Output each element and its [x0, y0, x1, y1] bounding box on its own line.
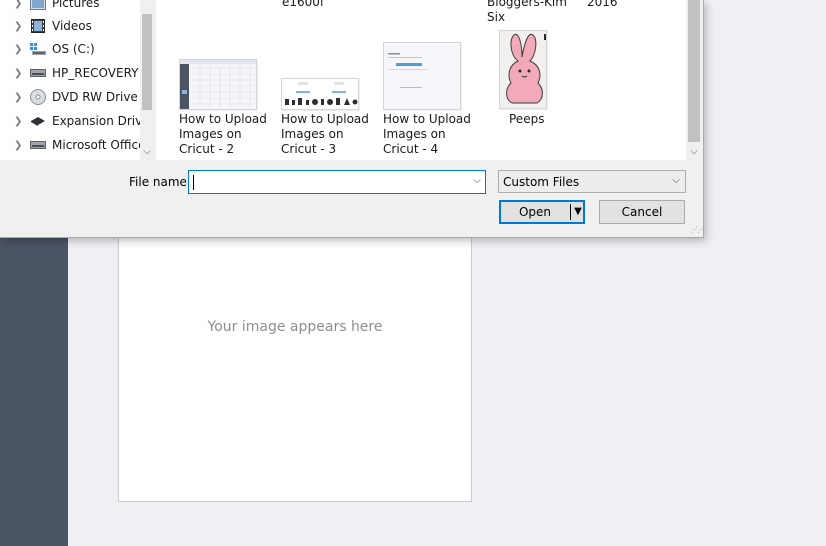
drive-icon [30, 138, 46, 152]
scrollbar-thumb[interactable] [142, 14, 152, 110]
file-item[interactable]: Peeps [485, 30, 581, 160]
file-thumbnail-screenshot-grid [179, 59, 257, 110]
pictures-folder-icon [30, 0, 46, 10]
chevron-right-icon[interactable]: ❯ [14, 92, 22, 103]
file-name-input[interactable] [191, 173, 461, 191]
external-drive-icon [30, 114, 46, 128]
file-name-label: How to Upload Images on Cricut - 3 [281, 112, 369, 156]
nav-item-expansion-drive[interactable]: ❯ Expansion Drive [0, 109, 140, 133]
file-name-partial[interactable]: e1600f [282, 0, 324, 10]
nav-item-label: HP_RECOVERY ( [52, 66, 140, 80]
file-view-scrollbar[interactable]: ⌵ [686, 0, 702, 160]
dvd-drive-icon [30, 89, 46, 105]
chevron-down-icon[interactable]: ⌵ [686, 144, 702, 160]
file-name-partial[interactable]: Six [487, 10, 505, 25]
nav-item-os-c[interactable]: ❯ OS (C:) [0, 37, 140, 61]
nav-item-videos[interactable]: ❯ Videos [0, 14, 140, 38]
open-button-label: Open [518, 205, 552, 219]
file-name-label: How to Upload Images on Cricut - 4 [383, 112, 471, 156]
chevron-right-icon[interactable]: ❯ [14, 44, 22, 55]
file-item[interactable]: How to Upload Images on Cricut - 3 [281, 30, 377, 160]
image-preview-panel[interactable]: Your image appears here [118, 214, 472, 502]
scrollbar-thumb[interactable] [688, 0, 700, 142]
pink-bunny-image [499, 30, 547, 109]
nav-item-label: Microsoft Office [52, 138, 140, 152]
navigation-pane: ❯ Pictures ❯ Videos ❯ OS (C:) ❯ HP_RECOV… [0, 0, 154, 160]
file-name-label: Peeps [509, 112, 545, 126]
open-file-dialog: ❯ Pictures ❯ Videos ❯ OS (C:) ❯ HP_RECOV… [0, 0, 705, 238]
nav-item-label: DVD RW Drive (E [52, 90, 140, 104]
nav-item-label: Pictures [52, 0, 100, 10]
nav-item-label: OS (C:) [52, 42, 95, 56]
caret-down-icon[interactable]: ▼ [572, 201, 584, 223]
windows-drive-icon [30, 42, 46, 56]
chevron-down-icon[interactable]: ⌵ [672, 175, 680, 186]
hard-drive-icon [30, 66, 46, 80]
file-item[interactable]: How to Upload Images on Cricut - 2 [179, 30, 275, 160]
nav-item-pictures[interactable]: ❯ Pictures [0, 0, 140, 15]
nav-item-label: Videos [52, 19, 92, 33]
open-button[interactable]: Open ▼ [499, 200, 585, 224]
file-thumbnail-screenshot-form [383, 42, 461, 110]
file-list-view: e1600f Bloggers-Kim Six 2016 How to Uplo… [156, 0, 686, 160]
file-name-partial[interactable]: Bloggers-Kim [487, 0, 567, 10]
nav-item-microsoft-office[interactable]: ❯ Microsoft Office [0, 133, 140, 157]
text-caret [193, 175, 194, 190]
chevron-right-icon[interactable]: ❯ [14, 0, 22, 9]
file-name-combobox[interactable]: ⌵ [188, 170, 486, 194]
split-separator [570, 204, 571, 220]
file-name-label: How to Upload Images on Cricut - 2 [179, 112, 267, 156]
videos-folder-icon [30, 19, 46, 33]
file-type-value: Custom Files [503, 175, 580, 189]
chevron-down-icon[interactable]: ⌵ [473, 175, 481, 186]
file-type-select[interactable]: Custom Files ⌵ [498, 170, 686, 193]
nav-item-label: Expansion Drive [52, 114, 140, 128]
chevron-right-icon[interactable]: ❯ [14, 116, 22, 127]
image-placeholder-text: Your image appears here [207, 319, 383, 335]
cancel-button[interactable]: Cancel [599, 200, 685, 224]
nav-item-dvd-drive[interactable]: ❯ DVD RW Drive (E [0, 85, 140, 109]
resize-grip-icon[interactable]: ⋰⋰ [690, 225, 705, 234]
file-name-partial[interactable]: 2016 [587, 0, 618, 10]
chevron-down-icon[interactable]: ⌵ [140, 144, 154, 160]
chevron-right-icon[interactable]: ❯ [14, 68, 22, 79]
file-name-label: File name: [129, 175, 191, 189]
chevron-right-icon[interactable]: ❯ [14, 140, 22, 151]
nav-item-hp-recovery[interactable]: ❯ HP_RECOVERY ( [0, 61, 140, 85]
file-item[interactable]: How to Upload Images on Cricut - 4 [383, 30, 479, 160]
chevron-right-icon[interactable]: ❯ [14, 21, 22, 32]
nav-pane-scrollbar[interactable]: ⌵ [140, 0, 154, 160]
file-thumbnail-screenshot-shapes [281, 78, 359, 110]
